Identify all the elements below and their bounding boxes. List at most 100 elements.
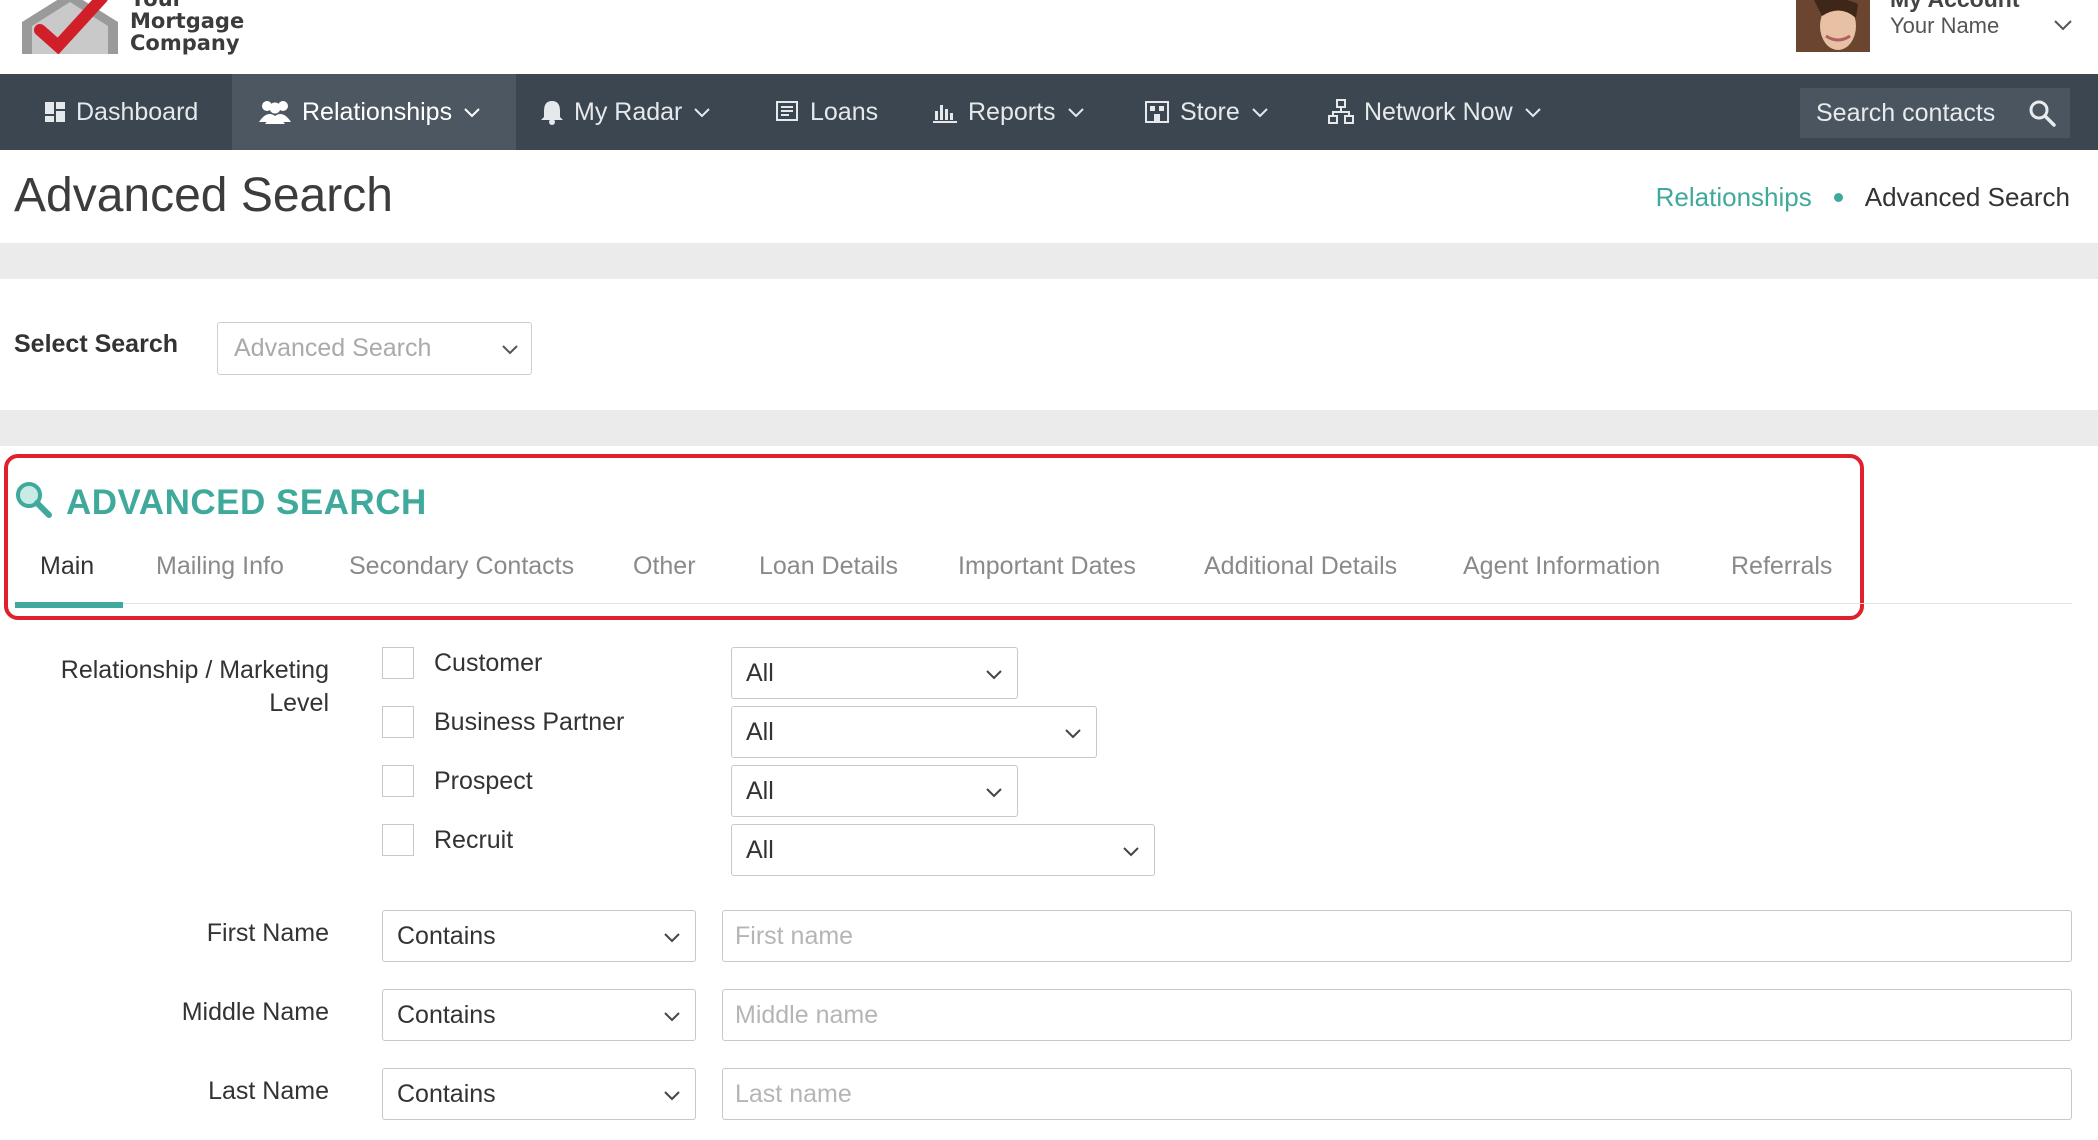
company-name-line3: Company xyxy=(130,31,240,55)
nav-network-now[interactable]: Network Now xyxy=(1328,74,1564,150)
chevron-down-icon xyxy=(502,345,518,355)
customer-level-value: All xyxy=(746,658,774,687)
chevron-down-icon xyxy=(1252,108,1268,118)
nav-my-radar[interactable]: My Radar xyxy=(540,74,730,150)
breadcrumb-separator xyxy=(1833,193,1843,202)
business-partner-level-value: All xyxy=(746,717,774,746)
customer-level-select[interactable]: All xyxy=(731,647,1018,699)
relationship-level-label-line2: Level xyxy=(269,689,329,717)
nav-store[interactable]: Store xyxy=(1144,74,1284,150)
chevron-down-icon xyxy=(694,108,711,118)
chevron-down-icon xyxy=(1067,108,1084,118)
tab-mailing-info[interactable]: Mailing Info xyxy=(156,552,284,581)
select-search-dropdown[interactable]: Advanced Search xyxy=(217,322,532,375)
first-name-operator-select[interactable]: Contains xyxy=(382,910,696,962)
relationship-level-label-line1: Relationship / Marketing xyxy=(60,656,329,684)
first-name-input[interactable] xyxy=(722,910,2072,962)
relationship-level-label: Relationship / Marketing Level xyxy=(0,654,329,720)
chevron-down-icon[interactable] xyxy=(2052,14,2074,36)
nav-reports[interactable]: Reports xyxy=(932,74,1102,150)
search-contacts-box xyxy=(1800,88,2070,138)
search-icon[interactable] xyxy=(2028,99,2056,127)
first-name-operator-value: Contains xyxy=(397,921,496,950)
business-partner-label: Business Partner xyxy=(434,707,625,736)
page-title: Advanced Search xyxy=(14,169,393,222)
chevron-down-icon xyxy=(664,933,680,943)
recruit-checkbox[interactable] xyxy=(382,824,414,856)
tab-loan-details[interactable]: Loan Details xyxy=(759,552,898,581)
last-name-operator-select[interactable]: Contains xyxy=(382,1068,696,1120)
last-name-label: Last Name xyxy=(208,1077,329,1105)
nav-reports-label: Reports xyxy=(968,97,1056,126)
select-search-value: Advanced Search xyxy=(234,334,432,362)
nav-my-radar-label: My Radar xyxy=(574,97,683,126)
prospect-label: Prospect xyxy=(434,766,533,795)
prospect-checkbox[interactable] xyxy=(382,765,414,797)
chevron-down-icon xyxy=(664,1091,680,1101)
network-icon xyxy=(1328,99,1354,124)
tab-important-dates[interactable]: Important Dates xyxy=(958,552,1136,581)
top-header: Your Mortgage Company My Account Your Na… xyxy=(0,0,2098,74)
breadcrumb-relationships-link[interactable]: Relationships xyxy=(1656,182,1812,213)
last-name-input[interactable] xyxy=(722,1068,2072,1120)
search-contacts-input[interactable] xyxy=(1816,98,2026,128)
tabs-baseline xyxy=(14,603,2072,604)
select-search-label: Select Search xyxy=(14,330,178,358)
avatar xyxy=(1796,0,1870,52)
tab-secondary-contacts[interactable]: Secondary Contacts xyxy=(349,552,574,581)
magnifier-icon xyxy=(16,482,52,518)
level-business-partner-row: Business Partner xyxy=(382,706,624,738)
account-name: Your Name xyxy=(1890,13,2000,38)
chevron-down-icon xyxy=(664,1012,680,1022)
loans-icon xyxy=(776,101,798,121)
avatar-portrait-icon xyxy=(1796,0,1870,52)
middle-name-label: Middle Name xyxy=(181,998,329,1026)
chevron-down-icon xyxy=(986,670,1002,680)
prospect-level-select[interactable]: All xyxy=(731,765,1018,817)
tab-other[interactable]: Other xyxy=(633,552,696,581)
house-check-logo-icon xyxy=(22,0,118,54)
level-prospect-row: Prospect xyxy=(382,765,533,797)
company-name-line2: Mortgage xyxy=(130,9,245,33)
nav-relationships-label: Relationships xyxy=(302,97,453,126)
bar-chart-icon xyxy=(933,105,957,123)
highlight-annotation-box xyxy=(4,454,1864,620)
chevron-down-icon xyxy=(464,108,480,118)
customer-label: Customer xyxy=(434,648,543,677)
nav-loans[interactable]: Loans xyxy=(774,74,894,150)
customer-checkbox[interactable] xyxy=(382,647,414,679)
level-customer-row: Customer xyxy=(382,647,542,679)
chevron-down-icon xyxy=(986,788,1002,798)
first-name-label: First Name xyxy=(206,919,329,947)
nav-store-label: Store xyxy=(1180,97,1240,126)
nav-dashboard-label: Dashboard xyxy=(76,97,199,126)
tab-agent-information[interactable]: Agent Information xyxy=(1463,552,1660,581)
middle-name-operator-value: Contains xyxy=(397,1000,496,1029)
bell-icon xyxy=(541,101,563,125)
recruit-level-value: All xyxy=(746,835,774,864)
store-icon xyxy=(1145,101,1169,123)
nav-loans-label: Loans xyxy=(810,97,879,126)
company-name: Your Mortgage Company xyxy=(130,0,244,54)
account-menu[interactable]: My Account Your Name xyxy=(1796,0,2086,52)
tab-referrals[interactable]: Referrals xyxy=(1731,552,1832,581)
nav-relationships[interactable]: Relationships xyxy=(232,74,516,150)
tab-main[interactable]: Main xyxy=(40,552,94,581)
nav-network-now-label: Network Now xyxy=(1364,97,1513,126)
middle-name-operator-select[interactable]: Contains xyxy=(382,989,696,1041)
breadcrumb-current: Advanced Search xyxy=(1864,182,2070,212)
active-tab-indicator xyxy=(15,602,123,608)
business-partner-checkbox[interactable] xyxy=(382,706,414,738)
breadcrumb: Relationships Advanced Search xyxy=(1656,182,2070,213)
advanced-search-heading: ADVANCED SEARCH xyxy=(66,483,427,522)
nav-dashboard[interactable]: Dashboard xyxy=(0,74,232,150)
prospect-level-value: All xyxy=(746,776,774,805)
company-logo[interactable]: Your Mortgage Company xyxy=(18,0,248,60)
business-partner-level-select[interactable]: All xyxy=(731,706,1097,758)
account-title: My Account xyxy=(1890,0,2020,13)
tab-additional-details[interactable]: Additional Details xyxy=(1204,552,1397,581)
recruit-level-select[interactable]: All xyxy=(731,824,1155,876)
last-name-operator-value: Contains xyxy=(397,1079,496,1108)
section-divider xyxy=(0,243,2098,279)
middle-name-input[interactable] xyxy=(722,989,2072,1041)
